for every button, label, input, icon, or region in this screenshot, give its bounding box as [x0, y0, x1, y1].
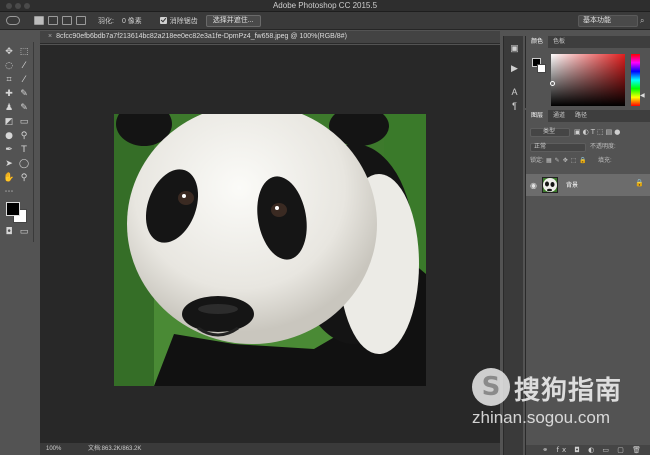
search-icon[interactable]: ⌕	[640, 16, 648, 25]
healing-brush-tool-icon[interactable]: ✚	[3, 88, 15, 100]
character-panel-icon[interactable]: A	[510, 88, 519, 97]
tab-paths[interactable]: 路径	[570, 110, 592, 122]
watermark-brand: 搜狗指南	[514, 376, 623, 406]
tab-channels[interactable]: 通道	[548, 110, 570, 122]
actions-panel-icon[interactable]: ▶	[510, 64, 519, 73]
gradient-tool-icon[interactable]: ▭	[18, 116, 30, 128]
feather-input[interactable]: 0 像素	[122, 16, 142, 26]
zoom-level[interactable]: 100%	[46, 443, 61, 455]
color-picker-marker[interactable]	[550, 81, 555, 86]
layers-panel-tabs: 图层 通道 路径	[526, 110, 650, 122]
paragraph-panel-icon[interactable]: ¶	[510, 102, 519, 111]
antialias-checkbox[interactable]	[159, 17, 167, 24]
screen-mode-icon[interactable]: ▭	[18, 226, 30, 238]
title-bar: Adobe Photoshop CC 2015.5	[0, 0, 650, 12]
layer-thumbnail	[542, 177, 558, 193]
hue-slider[interactable]	[631, 54, 640, 106]
blend-mode-select[interactable]: 正常	[530, 143, 586, 152]
foreground-color-swatch[interactable]	[6, 202, 20, 216]
intersect-selection-icon[interactable]	[76, 16, 86, 25]
layers-panel-footer-icons[interactable]: ⚭ fx ◘ ◐ ▭ ▢ 🗑	[526, 445, 650, 455]
panda-image	[114, 114, 426, 386]
marquee-tool-icon[interactable]: ⬚	[18, 46, 30, 58]
quick-selection-tool-icon[interactable]: ⁄	[18, 60, 30, 72]
lock-icon[interactable]: 🔒	[635, 179, 644, 187]
layer-filter-icons[interactable]: ▣◐T⬚▤●	[574, 128, 622, 136]
layer-kind-filter[interactable]: 类型	[530, 128, 570, 137]
lock-label: 锁定:	[530, 158, 544, 164]
eraser-tool-icon[interactable]: ◩	[3, 116, 15, 128]
add-to-selection-icon[interactable]	[48, 16, 58, 25]
tools-panel: ✥ ⬚ ◌ ⁄ ⌗ ⁄ ✚ ✎ ♟ ✎ ◩ ▭ ● ⚲ ✒ T ➤ ◯ ✋ ⚲ …	[0, 42, 34, 242]
type-tool-icon[interactable]: T	[18, 144, 30, 156]
lock-icons[interactable]: ▦✎✥⬚🔒	[546, 156, 590, 166]
dodge-tool-icon[interactable]: ⚲	[18, 130, 30, 142]
watermark-url: zhinan.sogou.com	[472, 408, 610, 427]
status-bar: 100% 文档:863.2K/863.2K	[40, 443, 500, 455]
pen-tool-icon[interactable]: ✒	[3, 144, 15, 156]
hand-tool-icon[interactable]: ✋	[3, 172, 15, 184]
color-panel-tabs: 颜色 色板	[526, 36, 650, 48]
move-tool-icon[interactable]: ✥	[3, 46, 15, 58]
color-panel-background-swatch[interactable]	[537, 64, 546, 73]
sogou-watermark: S 搜狗指南 zhinan.sogou.com	[472, 366, 650, 438]
layer-name[interactable]: 背景	[566, 180, 578, 189]
sogou-logo-icon: S	[472, 368, 510, 406]
path-selection-tool-icon[interactable]: ➤	[3, 158, 15, 170]
close-tab-icon[interactable]: ×	[48, 33, 52, 40]
fill-label: 填充:	[598, 158, 612, 164]
app-title: Adobe Photoshop CC 2015.5	[272, 1, 378, 10]
blur-tool-icon[interactable]: ●	[3, 130, 15, 142]
options-bar: 羽化: 0 像素 消除锯齿 选择并遮住...	[0, 12, 650, 30]
crop-tool-icon[interactable]: ⌗	[3, 74, 15, 86]
brush-tool-icon[interactable]: ✎	[18, 88, 30, 100]
edit-toolbar-icon[interactable]: ⋯	[3, 186, 15, 198]
quick-mask-icon[interactable]: ◘	[3, 226, 15, 238]
zoom-tool-icon[interactable]: ⚲	[18, 172, 30, 184]
visibility-eye-icon[interactable]: ◉	[530, 181, 537, 190]
opacity-label: 不透明度:	[590, 144, 616, 150]
clone-stamp-tool-icon[interactable]: ♟	[3, 102, 15, 114]
hue-slider-pointer-icon[interactable]: ◀	[640, 92, 645, 99]
tab-layers[interactable]: 图层	[526, 110, 549, 122]
feather-label: 羽化:	[98, 17, 114, 25]
color-panel: 颜色 色板 ◀	[525, 36, 650, 108]
ellipse-tool-icon[interactable]: ◯	[18, 158, 30, 170]
eyedropper-tool-icon[interactable]: ⁄	[18, 74, 30, 86]
panda-photo[interactable]	[114, 114, 426, 386]
tab-swatches[interactable]: 色板	[548, 36, 570, 48]
subtract-from-selection-icon[interactable]	[62, 16, 72, 25]
tab-color[interactable]: 颜色	[526, 36, 549, 48]
document-tab-title: 8cfcc90efb6bdb7a7f213614bc82a218ee0ec82e…	[56, 33, 347, 40]
workspace-switcher[interactable]: 基本功能	[578, 15, 638, 27]
color-spectrum-field[interactable]	[551, 54, 625, 106]
antialias-label: 消除锯齿	[169, 17, 198, 25]
lasso-tool-preset-icon[interactable]	[6, 16, 20, 25]
history-brush-tool-icon[interactable]: ✎	[18, 102, 30, 114]
layer-row-background[interactable]: ◉ 背景 🔒	[526, 174, 650, 196]
select-and-mask-button[interactable]: 选择并遮住...	[205, 14, 261, 27]
history-panel-icon[interactable]: ▣	[510, 44, 519, 53]
new-selection-icon[interactable]	[34, 16, 44, 25]
document-size-info[interactable]: 文档:863.2K/863.2K	[88, 443, 141, 455]
document-tab[interactable]: × 8cfcc90efb6bdb7a7f213614bc82a218ee0ec82…	[40, 31, 500, 44]
lasso-tool-icon[interactable]: ◌	[3, 60, 15, 72]
